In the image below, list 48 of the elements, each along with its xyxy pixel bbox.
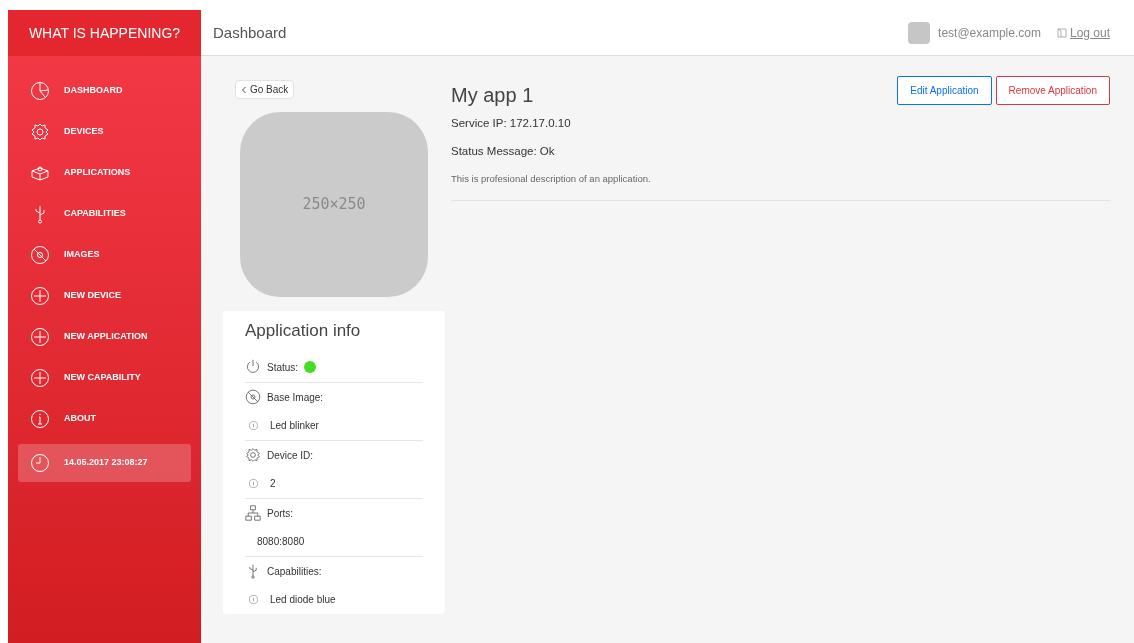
user-email: test@example.com [938, 24, 1041, 42]
field-value: 2 [270, 477, 276, 492]
sidebar-item[interactable]: APPLICATIONS [18, 157, 191, 189]
power-icon [245, 359, 261, 376]
logout-link[interactable]: Log out [1056, 23, 1110, 42]
avatar [908, 21, 931, 44]
network-icon [245, 505, 261, 522]
sidebar-item[interactable]: DASHBOARD [18, 75, 191, 107]
block-icon [30, 163, 50, 183]
plus-circle-icon [30, 327, 50, 347]
brand-title: WHAT IS HAPPENING? [28, 23, 181, 43]
field-label: Capabilities: [267, 564, 322, 579]
sidebar-item[interactable]: CAPABILITIES [18, 198, 191, 230]
field-label: Ports: [267, 506, 294, 521]
sidebar-item[interactable]: ABOUT [18, 403, 191, 435]
card-title: Application info [245, 321, 362, 342]
clock-icon [30, 453, 50, 473]
gear-icon [245, 447, 261, 464]
pie-chart-icon [30, 81, 50, 101]
chevron-left-icon [241, 86, 247, 95]
disc-icon [245, 389, 261, 406]
sidebar-item[interactable]: NEW DEVICE [18, 280, 191, 312]
app-name: My app 1 [451, 83, 534, 107]
info-icon [30, 409, 50, 429]
field-label: Base Image: [267, 390, 324, 405]
plus-circle-icon [30, 368, 50, 388]
field-label: Status: [267, 360, 299, 375]
service-ip: Service IP: 172.17.0.10 [451, 116, 572, 131]
remove-button[interactable]: Remove Application [995, 76, 1110, 105]
sidebar-item[interactable]: 14.05.2017 23:08:27 [18, 444, 191, 482]
page-title: Dashboard [213, 23, 287, 42]
sidebar-item[interactable]: NEW APPLICATION [18, 321, 191, 353]
sidebar-item[interactable]: DEVICES [18, 116, 191, 148]
status-message: Status Message: Ok [451, 144, 556, 160]
sidebar-item[interactable]: IMAGES [18, 239, 191, 271]
field-value: Led diode blue [270, 593, 336, 608]
disc-icon [30, 245, 50, 265]
plus-circle-icon [30, 286, 50, 306]
app-description: This is profesional description of an application. [451, 171, 1110, 201]
sidebar-item[interactable]: NEW CAPABILITY [18, 362, 191, 394]
gear-icon [30, 122, 50, 142]
edit-button[interactable]: Edit Application [897, 76, 992, 105]
back-button[interactable]: Go Back [235, 80, 295, 99]
field-label: Device ID: [267, 448, 314, 463]
field-value: 8080:8080 [257, 535, 305, 550]
logout-icon [1056, 27, 1067, 38]
field-value: Led blinker [270, 419, 319, 434]
app-image: 250×250 [240, 112, 428, 297]
